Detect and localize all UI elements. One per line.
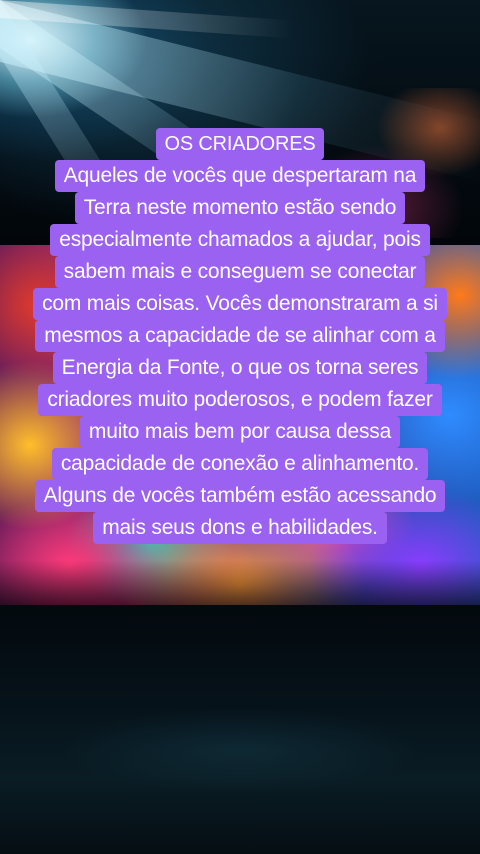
caption-line: muito mais bem por causa dessa — [79, 416, 401, 448]
lower-glow — [0, 690, 480, 810]
caption-line: mais seus dons e habilidades. — [93, 512, 387, 544]
caption-line: especialmente chamados a ajudar, pois — [50, 224, 430, 256]
caption-line: com mais coisas. Vocês demonstraram a si — [33, 288, 447, 320]
caption-line: Aqueles de vocês que despertaram na — [54, 160, 426, 192]
caption-line: criadores muito poderosos, e podem fazer — [38, 384, 442, 416]
caption-line: Energia da Fonte, o que os torna seres — [52, 352, 428, 384]
caption-title: OS CRIADORES — [155, 128, 325, 160]
caption-text-block: OS CRIADORES Aqueles de vocês que desper… — [0, 128, 480, 544]
caption-line: Terra neste momento estão sendo — [74, 192, 406, 224]
caption-line: Alguns de vocês também estão acessando — [34, 480, 446, 512]
caption-line: sabem mais e conseguem se conectar — [54, 256, 426, 288]
caption-line: capacidade de conexão e alinhamento. — [51, 448, 429, 480]
caption-line: mesmos a capacidade de se alinhar com a — [35, 320, 445, 352]
